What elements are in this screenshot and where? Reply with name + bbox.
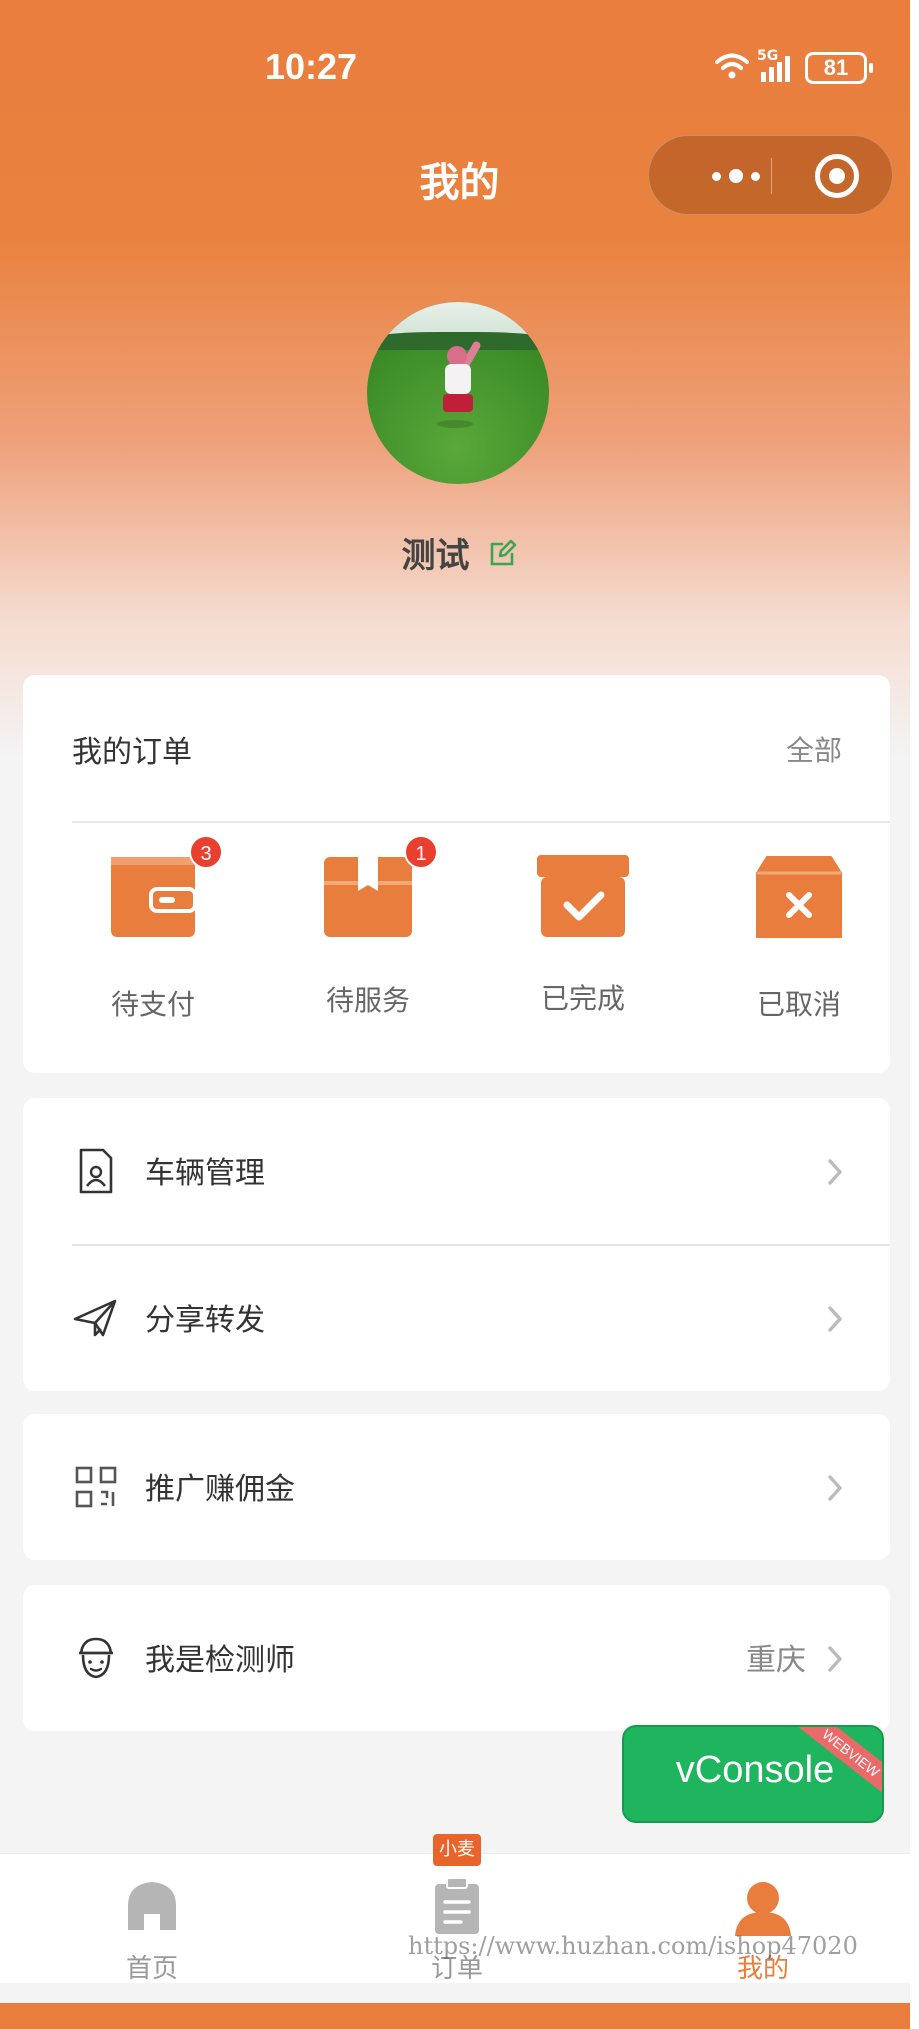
order-status-pending-service[interactable]: 1 待服务	[278, 835, 458, 1031]
tab-label: 首页	[125, 1954, 178, 1984]
order-status-pending-payment[interactable]: 3 待支付	[63, 835, 243, 1031]
battery-indicator: 81	[805, 52, 873, 84]
cellular-signal-icon: 5G	[757, 48, 795, 82]
right-edge	[910, 0, 919, 2029]
box-check-icon	[537, 851, 629, 943]
order-status-cancelled[interactable]: 已取消	[709, 851, 889, 1031]
order-status-label: 待服务	[325, 984, 410, 1017]
close-miniprogram-button[interactable]	[815, 154, 859, 198]
orders-tab-badge: 小麦	[433, 1834, 481, 1866]
inspector-icon	[73, 1635, 119, 1681]
vconsole-button[interactable]: vConsole WEBVIEW	[622, 1725, 884, 1823]
menu-item-inspector[interactable]: 我是检测师 重庆	[23, 1585, 890, 1731]
clipboard-icon	[427, 1876, 487, 1936]
username: 测试	[401, 536, 470, 576]
menu-card-promote: 推广赚佣金	[23, 1414, 890, 1560]
my-orders-card: 我的订单 全部 3 待支付 1 待服务 已完成 已取消	[23, 675, 890, 1073]
wifi-icon	[715, 52, 749, 84]
pending-payment-badge: 3	[189, 835, 223, 869]
status-bar: 10:27 5G 81	[0, 40, 919, 100]
profile-screen: 10:27 5G 81 我的 测试 我的订单 全部 3 待支付 1 待服务 已完…	[0, 0, 919, 2029]
username-row: 测试	[0, 528, 919, 577]
menu-card-inspector: 我是检测师 重庆	[23, 1585, 890, 1731]
tab-mine[interactable]: 我的	[663, 1868, 863, 1984]
menu-card-vehicle-share: 车辆管理 分享转发	[23, 1098, 890, 1391]
orders-header: 我的订单 全部	[23, 675, 890, 823]
menu-item-label: 分享转发	[145, 1303, 265, 1338]
status-time: 10:27	[265, 46, 358, 87]
order-status-label: 待支付	[110, 988, 195, 1021]
chevron-right-icon	[826, 1474, 844, 1502]
capsule-divider	[771, 158, 772, 194]
chevron-right-icon	[826, 1305, 844, 1333]
inspector-city: 重庆	[746, 1643, 806, 1678]
menu-item-label: 推广赚佣金	[145, 1472, 295, 1507]
home-icon	[122, 1876, 182, 1936]
qrcode-icon	[73, 1464, 119, 1510]
order-status-completed[interactable]: 已完成	[493, 851, 673, 1031]
paper-plane-icon	[73, 1295, 119, 1341]
wallet-icon	[107, 851, 199, 943]
package-icon	[322, 851, 414, 943]
menu-item-promote-commission[interactable]: 推广赚佣金	[23, 1414, 890, 1560]
view-all-orders-link[interactable]: 全部	[786, 729, 842, 769]
edit-icon[interactable]	[488, 538, 518, 568]
divider	[72, 821, 890, 823]
bottom-accent-strip	[0, 2003, 919, 2029]
chevron-right-icon	[826, 1645, 844, 1673]
orders-title: 我的订单	[72, 735, 192, 770]
vehicle-doc-icon	[73, 1148, 119, 1194]
miniprogram-capsule	[648, 135, 893, 215]
more-menu-button[interactable]	[691, 162, 781, 190]
menu-item-label: 车辆管理	[145, 1156, 265, 1191]
menu-item-vehicle-management[interactable]: 车辆管理	[23, 1098, 890, 1244]
user-icon	[733, 1876, 793, 1936]
bottom-tab-bar: 首页 订单 小麦 我的	[0, 1834, 919, 1984]
tab-orders[interactable]: 订单	[357, 1868, 557, 1984]
watermark-text: https://www.huzhan.com/ishop47020	[408, 1932, 858, 1960]
network-type: 5G	[757, 48, 779, 64]
avatar[interactable]	[367, 302, 549, 484]
chevron-right-icon	[826, 1158, 844, 1186]
order-status-label: 已完成	[540, 982, 625, 1015]
menu-item-label: 我是检测师	[145, 1643, 295, 1678]
tab-home[interactable]: 首页	[52, 1868, 252, 1984]
box-cancel-icon	[753, 851, 845, 943]
pending-service-badge: 1	[404, 835, 438, 869]
status-icons: 5G 81	[715, 48, 873, 84]
menu-item-share[interactable]: 分享转发	[23, 1245, 890, 1391]
order-status-label: 已取消	[756, 988, 841, 1021]
